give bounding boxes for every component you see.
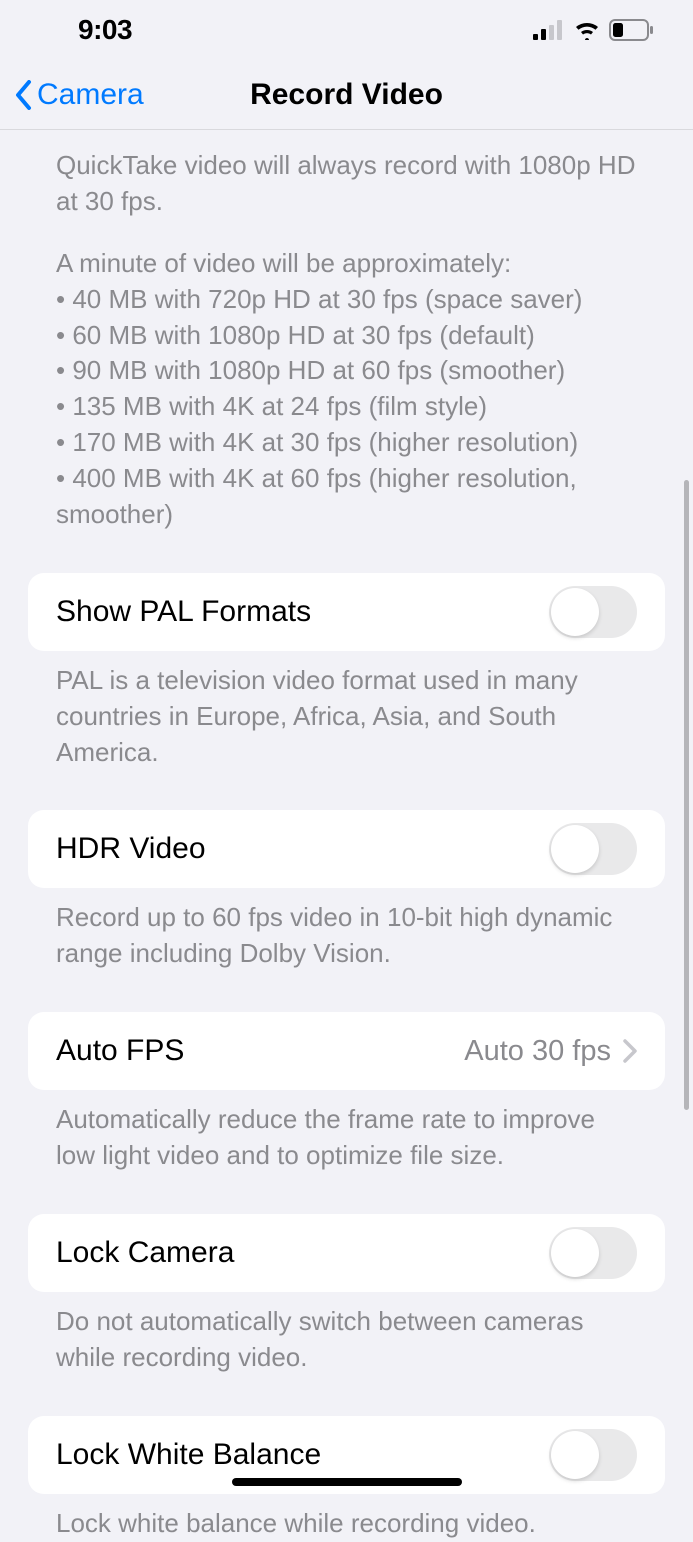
wifi-icon [573, 20, 601, 40]
show-pal-formats-toggle[interactable] [549, 586, 637, 638]
cell-label: Show PAL Formats [56, 595, 311, 629]
toggle-knob [551, 825, 599, 873]
section-hdr: HDR Video Record up to 60 fps video in 1… [0, 810, 693, 972]
battery-icon [609, 19, 653, 41]
info-line: • 135 MB with 4K at 24 fps (film style) [56, 389, 637, 425]
lock-camera-toggle[interactable] [549, 1227, 637, 1279]
section-footer: Automatically reduce the frame rate to i… [0, 1090, 693, 1174]
info-line: • 60 MB with 1080p HD at 30 fps (default… [56, 318, 637, 354]
section-autofps: Auto FPS Auto 30 fps Automatically reduc… [0, 1012, 693, 1174]
back-button[interactable]: Camera [15, 78, 144, 112]
info-quicktake: QuickTake video will always record with … [56, 148, 637, 220]
section-footer: Do not automatically switch between came… [0, 1292, 693, 1376]
auto-fps-value: Auto 30 fps [464, 1035, 611, 1068]
cell-value: Auto 30 fps [464, 1035, 637, 1068]
toggle-knob [551, 1229, 599, 1277]
lock-camera-cell[interactable]: Lock Camera [28, 1214, 665, 1292]
info-text: QuickTake video will always record with … [0, 130, 693, 533]
hdr-video-toggle[interactable] [549, 823, 637, 875]
toggle-knob [551, 588, 599, 636]
info-minute-intro: A minute of video will be approximately: [56, 246, 637, 282]
cell-label: Lock White Balance [56, 1438, 321, 1472]
content: QuickTake video will always record with … [0, 130, 693, 1542]
cell-label: HDR Video [56, 832, 206, 866]
scroll-indicator[interactable] [684, 480, 689, 1110]
cell-label: Lock Camera [56, 1236, 234, 1270]
status-bar: 9:03 [0, 0, 693, 60]
page-title: Record Video [250, 78, 443, 112]
chevron-right-icon [623, 1039, 637, 1063]
section-pal: Show PAL Formats PAL is a television vid… [0, 573, 693, 771]
section-lockcamera: Lock Camera Do not automatically switch … [0, 1214, 693, 1376]
home-indicator[interactable] [232, 1478, 462, 1486]
status-icons [533, 19, 653, 41]
cellular-icon [533, 20, 565, 40]
back-label: Camera [37, 78, 144, 112]
info-line: • 40 MB with 720p HD at 30 fps (space sa… [56, 282, 637, 318]
show-pal-formats-cell[interactable]: Show PAL Formats [28, 573, 665, 651]
hdr-video-cell[interactable]: HDR Video [28, 810, 665, 888]
info-line: • 170 MB with 4K at 30 fps (higher resol… [56, 425, 637, 461]
chevron-left-icon [15, 80, 33, 110]
section-footer: Lock white balance while recording video… [0, 1494, 693, 1542]
section-footer: Record up to 60 fps video in 10-bit high… [0, 888, 693, 972]
nav-bar: Camera Record Video [0, 60, 693, 130]
auto-fps-cell[interactable]: Auto FPS Auto 30 fps [28, 1012, 665, 1090]
cell-label: Auto FPS [56, 1034, 184, 1068]
section-footer: PAL is a television video format used in… [0, 651, 693, 771]
lock-white-balance-toggle[interactable] [549, 1429, 637, 1481]
toggle-knob [551, 1431, 599, 1479]
status-time: 9:03 [78, 14, 132, 46]
info-line: • 90 MB with 1080p HD at 60 fps (smoothe… [56, 353, 637, 389]
info-line: • 400 MB with 4K at 60 fps (higher resol… [56, 461, 637, 533]
